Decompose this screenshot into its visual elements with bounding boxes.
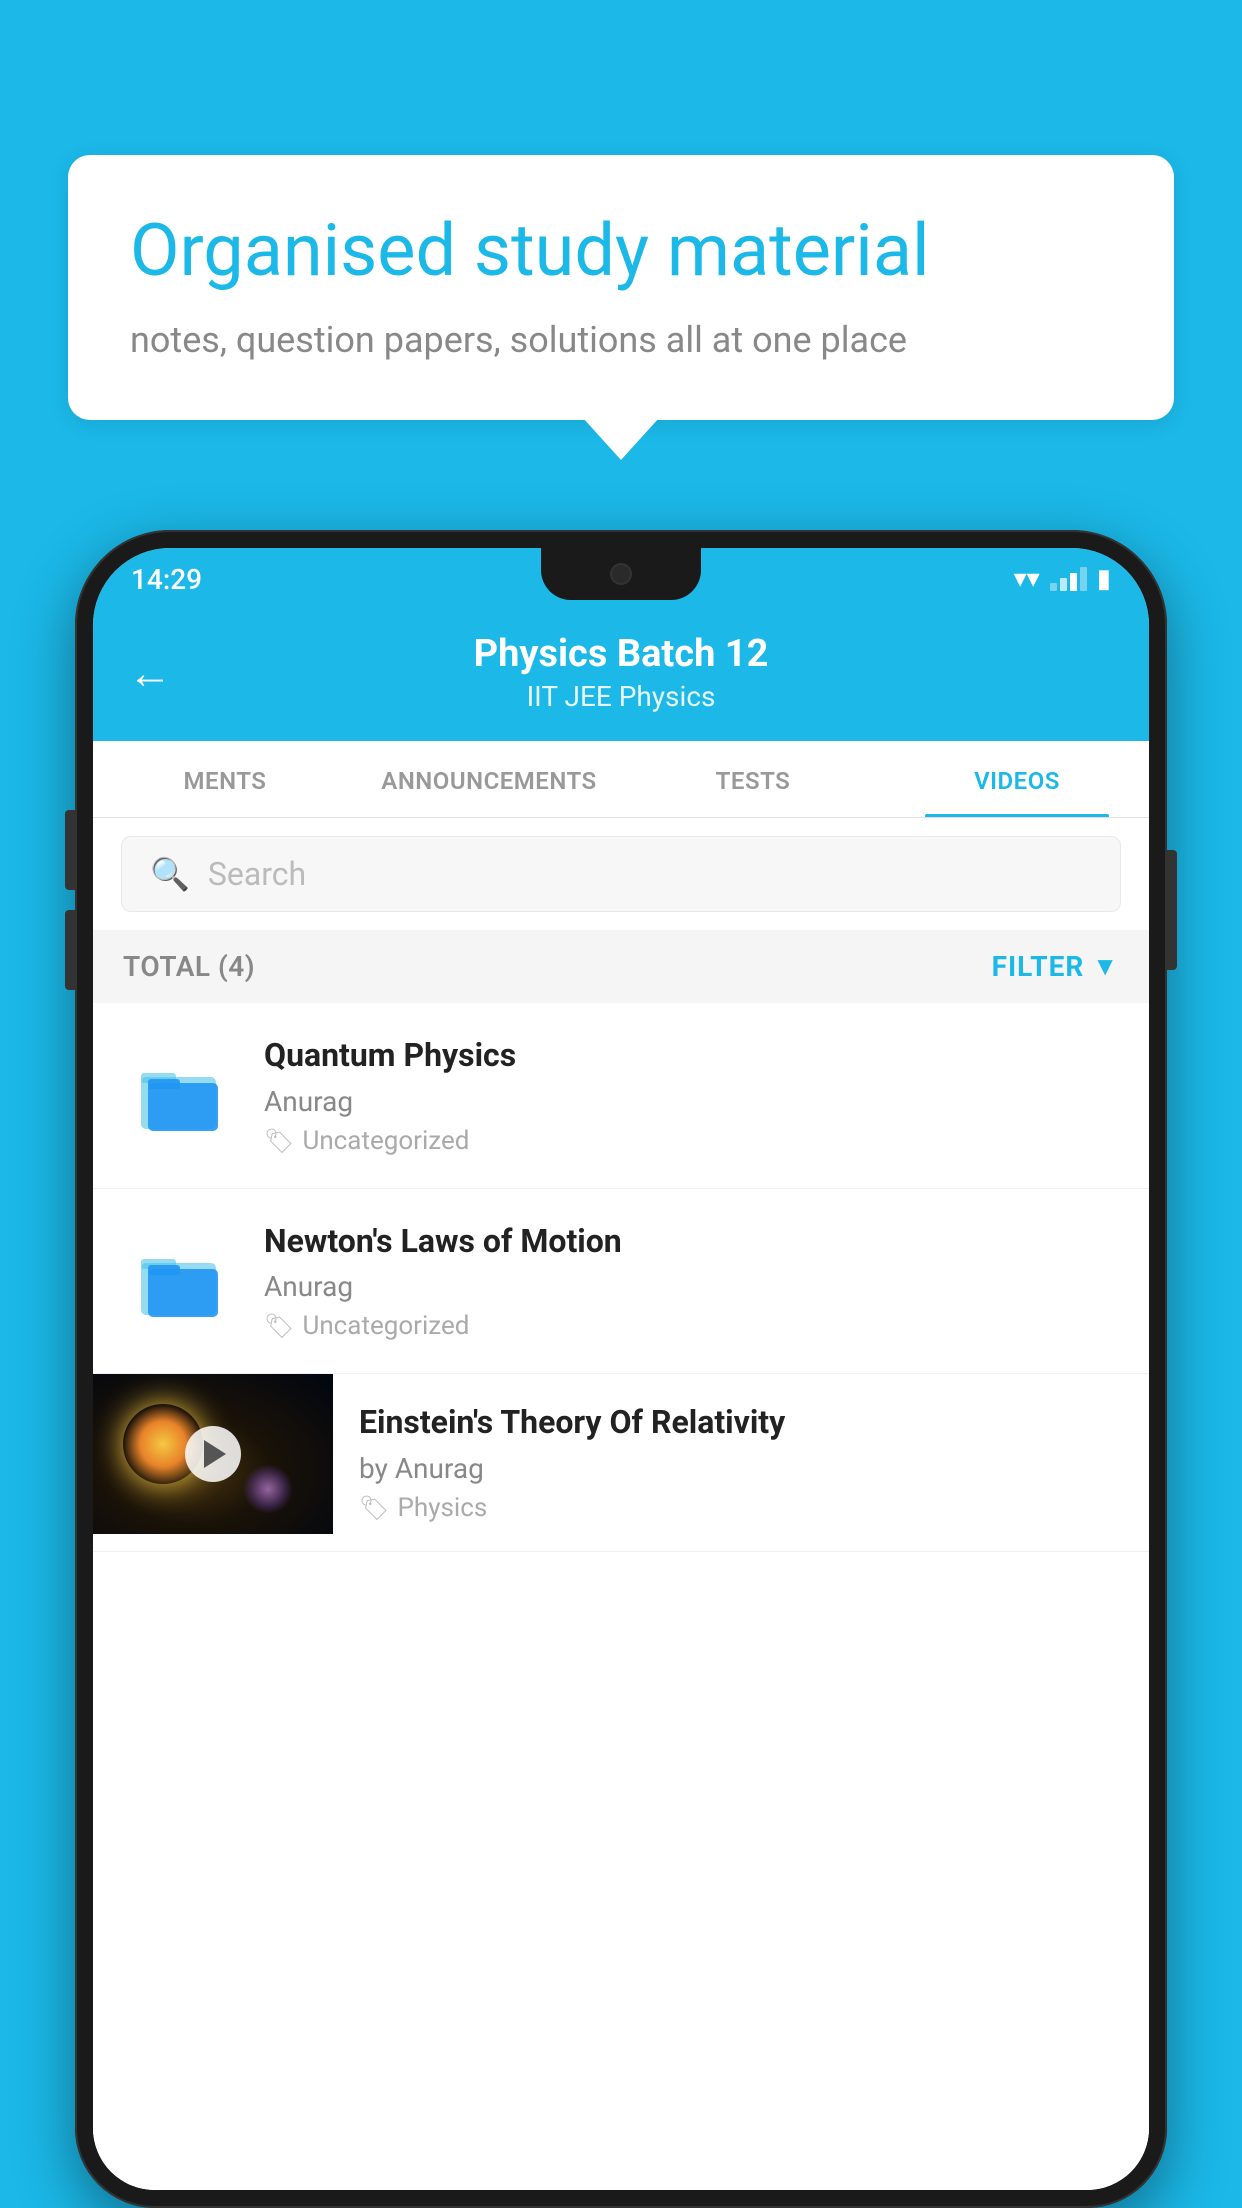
phone-outer: 14:29 ▾▾ ▮ ← xyxy=(75,530,1167,2208)
video-author: by Anurag xyxy=(359,1452,1123,1485)
app-header: ← Physics Batch 12 IIT JEE Physics xyxy=(93,610,1149,741)
list-item[interactable]: Quantum Physics Anurag 🏷 Uncategorized xyxy=(93,1003,1149,1189)
speech-bubble-section: Organised study material notes, question… xyxy=(68,155,1174,420)
bubble-subtitle: notes, question papers, solutions all at… xyxy=(130,315,1112,365)
tab-videos[interactable]: VIDEOS xyxy=(885,741,1149,817)
camera-dot xyxy=(610,563,632,585)
phone-notch xyxy=(541,548,701,600)
tag-icon: 🏷 xyxy=(264,1127,294,1155)
video-info: Newton's Laws of Motion Anurag 🏷 Uncateg… xyxy=(264,1221,1119,1342)
tab-tests[interactable]: TESTS xyxy=(621,741,885,817)
status-time: 14:29 xyxy=(131,563,202,596)
play-triangle-icon xyxy=(204,1440,226,1468)
side-button-power xyxy=(1167,850,1177,970)
video-title: Newton's Laws of Motion xyxy=(264,1221,1119,1263)
header-title: Physics Batch 12 xyxy=(202,632,1040,676)
video-title: Einstein's Theory Of Relativity xyxy=(359,1402,1123,1444)
video-info: Quantum Physics Anurag 🏷 Uncategorized xyxy=(264,1035,1119,1156)
side-button-volume-down xyxy=(65,910,75,990)
folder-thumbnail xyxy=(123,1236,238,1326)
battery-icon: ▮ xyxy=(1097,564,1111,594)
header-title-block: Physics Batch 12 IIT JEE Physics xyxy=(202,632,1040,713)
total-count-label: TOTAL (4) xyxy=(123,950,255,983)
video-title: Quantum Physics xyxy=(264,1035,1119,1077)
header-subtitle: IIT JEE Physics xyxy=(202,680,1040,713)
video-tag: 🏷 Uncategorized xyxy=(264,1126,1119,1156)
video-author: Anurag xyxy=(264,1270,1119,1303)
side-button-volume-up xyxy=(65,810,75,890)
status-icons: ▾▾ ▮ xyxy=(1014,564,1111,594)
phone-mockup: 14:29 ▾▾ ▮ ← xyxy=(75,530,1167,2208)
filter-funnel-icon: ▼ xyxy=(1092,951,1119,982)
search-input[interactable]: Search xyxy=(208,855,306,893)
video-author: Anurag xyxy=(264,1085,1119,1118)
search-bar[interactable]: 🔍 Search xyxy=(121,836,1121,912)
wifi-icon: ▾▾ xyxy=(1014,564,1040,594)
folder-icon xyxy=(136,1241,226,1321)
tab-ments[interactable]: MENTS xyxy=(93,741,357,817)
video-info: Einstein's Theory Of Relativity by Anura… xyxy=(333,1374,1149,1551)
list-item[interactable]: Newton's Laws of Motion Anurag 🏷 Uncateg… xyxy=(93,1189,1149,1375)
video-list: Quantum Physics Anurag 🏷 Uncategorized xyxy=(93,1003,1149,2190)
video-tag: 🏷 Uncategorized xyxy=(264,1311,1119,1341)
folder-icon xyxy=(136,1055,226,1135)
content-area: 🔍 Search TOTAL (4) FILTER ▼ xyxy=(93,818,1149,2190)
list-item[interactable]: Einstein's Theory Of Relativity by Anura… xyxy=(93,1374,1149,1552)
tag-icon: 🏷 xyxy=(264,1312,294,1340)
tag-icon: 🏷 xyxy=(359,1494,389,1522)
filter-button[interactable]: FILTER ▼ xyxy=(992,950,1119,983)
signal-icon xyxy=(1050,567,1087,591)
speech-bubble: Organised study material notes, question… xyxy=(68,155,1174,420)
video-tag: 🏷 Physics xyxy=(359,1493,1123,1523)
folder-thumbnail xyxy=(123,1050,238,1140)
back-button[interactable]: ← xyxy=(128,647,172,699)
bubble-title: Organised study material xyxy=(130,210,1112,293)
tab-announcements[interactable]: ANNOUNCEMENTS xyxy=(357,741,621,817)
tabs-bar: MENTS ANNOUNCEMENTS TESTS VIDEOS xyxy=(93,741,1149,818)
search-icon: 🔍 xyxy=(150,855,190,893)
orb-glow-2 xyxy=(243,1464,293,1514)
video-thumbnail xyxy=(93,1374,333,1534)
phone-screen: 14:29 ▾▾ ▮ ← xyxy=(93,548,1149,2190)
filter-bar: TOTAL (4) FILTER ▼ xyxy=(93,930,1149,1003)
search-bar-container: 🔍 Search xyxy=(93,818,1149,930)
play-button[interactable] xyxy=(185,1426,241,1482)
